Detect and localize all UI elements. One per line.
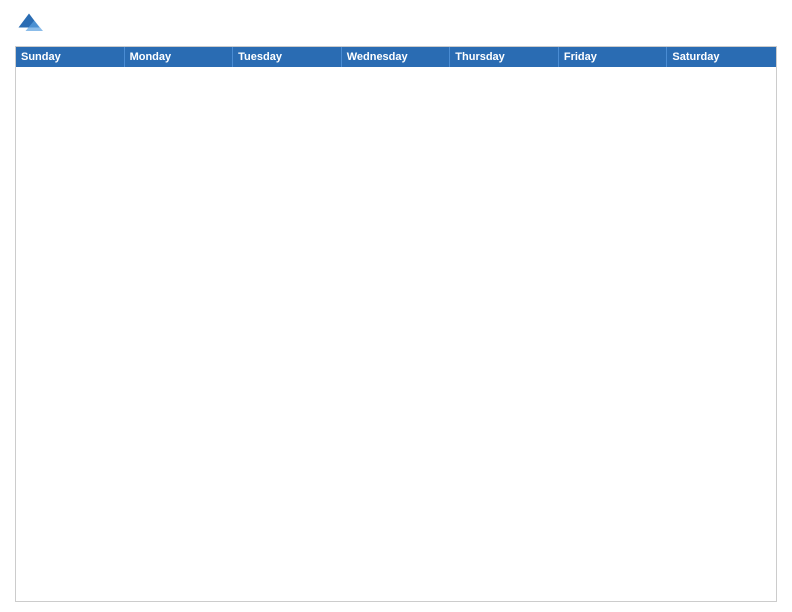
calendar-header: SundayMondayTuesdayWednesdayThursdayFrid… <box>16 47 776 67</box>
weekday-header: Saturday <box>667 47 776 67</box>
weekday-header: Sunday <box>16 47 125 67</box>
page: SundayMondayTuesdayWednesdayThursdayFrid… <box>0 0 792 612</box>
logo-icon <box>15 10 43 38</box>
header <box>15 10 777 38</box>
weekday-header: Thursday <box>450 47 559 67</box>
weekday-header: Tuesday <box>233 47 342 67</box>
calendar: SundayMondayTuesdayWednesdayThursdayFrid… <box>15 46 777 602</box>
weekday-header: Monday <box>125 47 234 67</box>
weekday-header: Wednesday <box>342 47 451 67</box>
logo <box>15 10 47 38</box>
weekday-header: Friday <box>559 47 668 67</box>
calendar-body <box>16 67 776 601</box>
